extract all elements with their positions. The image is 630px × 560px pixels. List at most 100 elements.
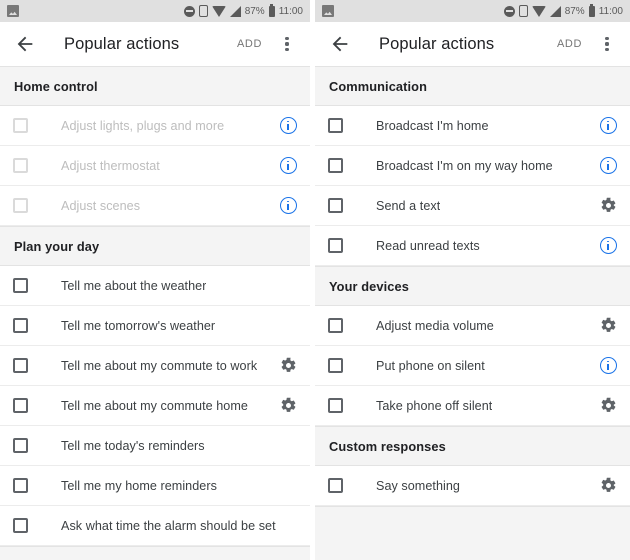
info-icon[interactable] — [599, 357, 617, 374]
action-label: Tell me tomorrow's weather — [61, 318, 216, 333]
action-row[interactable]: Broadcast I'm home — [315, 106, 630, 146]
action-row[interactable]: Adjust scenes — [0, 186, 310, 226]
action-checkbox[interactable] — [13, 518, 28, 533]
action-row[interactable]: Adjust lights, plugs and more — [0, 106, 310, 146]
clock-label: 11:00 — [278, 5, 303, 17]
action-checkbox[interactable] — [328, 198, 343, 213]
action-row[interactable]: Adjust thermostat — [0, 146, 310, 186]
back-arrow-icon[interactable] — [329, 33, 351, 55]
section-header: Home control — [0, 66, 310, 106]
do-not-disturb-icon — [183, 5, 195, 17]
gear-icon[interactable] — [280, 357, 297, 374]
info-icon[interactable] — [599, 117, 617, 134]
action-checkbox[interactable] — [328, 398, 343, 413]
action-row[interactable]: Tell me tomorrow's weather — [0, 306, 310, 346]
dual-screenshot-container: 87% 11:00 Popular actions ADD Home contr… — [0, 0, 630, 560]
gear-icon[interactable] — [600, 477, 617, 494]
info-icon-button[interactable] — [277, 195, 299, 217]
gear-icon[interactable] — [600, 197, 617, 214]
battery-icon — [588, 3, 595, 17]
vibrate-icon — [518, 5, 528, 17]
actions-list-left[interactable]: Home control Adjust lights, plugs and mor… — [0, 66, 310, 560]
action-row[interactable]: Ask what time the alarm should be set fo… — [0, 506, 310, 546]
action-checkbox[interactable] — [328, 478, 343, 493]
status-bar-left: 87% 11:00 — [0, 0, 310, 22]
action-label: Ask what time the alarm should be set fo… — [61, 518, 277, 533]
info-icon[interactable] — [279, 157, 297, 174]
action-row[interactable]: Read unread texts — [315, 226, 630, 266]
action-checkbox — [13, 198, 28, 213]
section-header: Communication — [315, 66, 630, 106]
section-header: Your devices — [315, 266, 630, 306]
photo-icon — [322, 5, 334, 17]
action-checkbox[interactable] — [13, 358, 28, 373]
action-row[interactable]: Broadcast I'm on my way home — [315, 146, 630, 186]
settings-icon-button[interactable] — [597, 315, 619, 337]
action-checkbox — [13, 118, 28, 133]
action-label: Take phone off silent — [376, 398, 493, 413]
app-toolbar-right: Popular actions ADD — [315, 22, 630, 66]
section-header: Custom responses — [315, 426, 630, 466]
action-checkbox[interactable] — [13, 278, 28, 293]
section-title: Custom responses — [329, 438, 446, 454]
info-icon-button[interactable] — [277, 115, 299, 137]
gear-icon[interactable] — [600, 397, 617, 414]
action-checkbox[interactable] — [328, 318, 343, 333]
action-checkbox — [13, 158, 28, 173]
overflow-menu-icon[interactable] — [276, 31, 298, 57]
info-icon-button[interactable] — [597, 235, 619, 257]
overflow-menu-icon[interactable] — [596, 31, 618, 57]
settings-icon-button[interactable] — [597, 395, 619, 417]
info-icon-button[interactable] — [597, 355, 619, 377]
action-checkbox[interactable] — [13, 398, 28, 413]
action-checkbox[interactable] — [328, 158, 343, 173]
left-screenshot-panel: 87% 11:00 Popular actions ADD Home contr… — [0, 0, 310, 560]
battery-percent-label: 87% — [244, 5, 265, 17]
app-toolbar-left: Popular actions ADD — [0, 22, 310, 66]
page-title: Popular actions — [64, 34, 180, 53]
action-checkbox[interactable] — [328, 358, 343, 373]
info-icon-button[interactable] — [597, 115, 619, 137]
action-checkbox[interactable] — [13, 478, 28, 493]
icon-slot-empty — [277, 275, 299, 297]
back-arrow-icon[interactable] — [14, 33, 36, 55]
do-not-disturb-icon — [503, 5, 515, 17]
info-icon-button[interactable] — [277, 155, 299, 177]
settings-icon-button[interactable] — [277, 355, 299, 377]
action-checkbox[interactable] — [13, 318, 28, 333]
info-icon-button[interactable] — [597, 155, 619, 177]
gear-icon[interactable] — [600, 317, 617, 334]
settings-icon-button[interactable] — [597, 475, 619, 497]
icon-slot-empty — [277, 435, 299, 457]
right-screenshot-panel: 87% 11:00 Popular actions ADD Communicat… — [315, 0, 630, 560]
info-icon[interactable] — [599, 237, 617, 254]
action-row[interactable]: Tell me my home reminders — [0, 466, 310, 506]
action-checkbox[interactable] — [13, 438, 28, 453]
gear-icon[interactable] — [280, 397, 297, 414]
settings-icon-button[interactable] — [277, 395, 299, 417]
add-button[interactable]: ADD — [232, 34, 267, 54]
info-icon[interactable] — [279, 117, 297, 134]
action-row[interactable]: Tell me about my commute to work — [0, 346, 310, 386]
settings-icon-button[interactable] — [597, 195, 619, 217]
action-label: Put phone on silent — [376, 358, 485, 373]
action-row[interactable]: Tell me about the weather — [0, 266, 310, 306]
action-row[interactable]: Tell me today's reminders — [0, 426, 310, 466]
action-row[interactable]: Send a text — [315, 186, 630, 226]
icon-slot-empty — [277, 515, 299, 537]
action-label: Send a text — [376, 198, 441, 213]
action-row[interactable]: Adjust media volume — [315, 306, 630, 346]
action-checkbox[interactable] — [328, 238, 343, 253]
actions-list-right[interactable]: Communication Broadcast I'm home Broadcast… — [315, 66, 630, 560]
clock-label: 11:00 — [598, 5, 623, 17]
signal-icon — [229, 5, 241, 17]
action-row[interactable]: Take phone off silent — [315, 386, 630, 426]
action-row[interactable]: Tell me about my commute home — [0, 386, 310, 426]
add-button[interactable]: ADD — [552, 34, 587, 54]
action-label: Adjust media volume — [376, 318, 494, 333]
info-icon[interactable] — [599, 157, 617, 174]
action-row[interactable]: Put phone on silent — [315, 346, 630, 386]
info-icon[interactable] — [279, 197, 297, 214]
action-checkbox[interactable] — [328, 118, 343, 133]
action-row[interactable]: Say something — [315, 466, 630, 506]
